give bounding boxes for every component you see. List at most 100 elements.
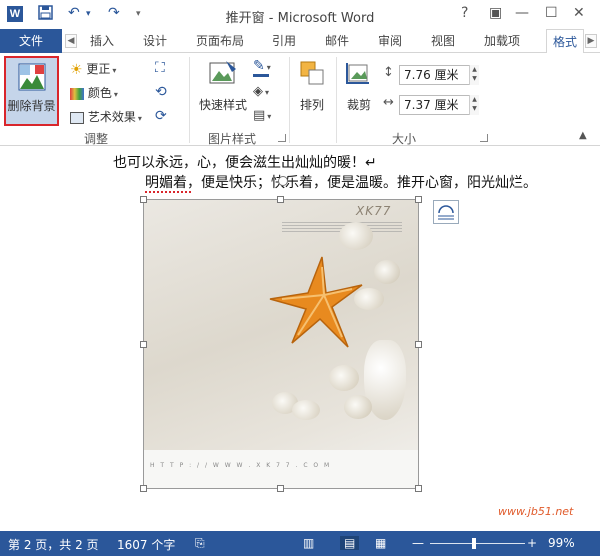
zoom-level[interactable]: 99% [548, 536, 575, 550]
status-bar: 第 2 页，共 2 页 1607 个字 ⎘ ▥ ▤ ▦ — + 99% www.… [0, 505, 600, 556]
word-count-status[interactable]: 1607 个字 [117, 536, 175, 553]
paragraph-line-1[interactable]: 也可以永远，心，便会滋生出灿灿的暖！↵ [113, 152, 377, 172]
collapse-ribbon-icon[interactable]: ▲ [579, 130, 587, 141]
shape-height-input[interactable]: 7.76 厘米 [399, 65, 479, 85]
reset-picture-icon[interactable]: ⟳ [155, 108, 167, 124]
paragraph-line-2[interactable]: 明媚着，便是快乐；快乐着，便是温暖。推开心窗，阳光灿烂。 [145, 172, 537, 192]
arrange-icon [300, 61, 324, 85]
artistic-effects-label: 艺术效果 [87, 110, 136, 124]
tab-format[interactable]: 格式 [546, 29, 585, 54]
resize-handle-bottom-right[interactable] [415, 485, 422, 492]
window-title: 推开窗 - Microsoft Word [225, 11, 375, 26]
print-layout-icon[interactable]: ▤ [340, 536, 360, 550]
crop-button[interactable]: 裁剪 [341, 59, 377, 113]
resize-handle-bottom[interactable] [277, 485, 284, 492]
zoom-in-button[interactable]: + [527, 536, 537, 550]
site-watermark: www.jb51.net [498, 505, 574, 518]
zoom-slider-thumb[interactable] [472, 538, 476, 549]
tab-addins[interactable]: 加载项 [484, 29, 520, 53]
resize-handle-bottom-left[interactable] [140, 485, 147, 492]
shell-image [292, 400, 320, 420]
zoom-out-button[interactable]: — [412, 536, 424, 550]
ribbon-tab-row: 文件 ◀ 插入 设计 页面布局 引用 邮件 审阅 视图 加载项 格式 ▶ [0, 29, 600, 54]
compress-pictures-icon[interactable]: ⛶ [155, 60, 165, 76]
remove-background-button[interactable]: 删除背景 [4, 56, 59, 126]
resize-handle-top-right[interactable] [415, 196, 422, 203]
resize-handle-top-left[interactable] [140, 196, 147, 203]
group-separator [189, 57, 190, 143]
quick-styles-button[interactable]: 快速样式 [198, 59, 248, 113]
tab-scroll-right-icon[interactable]: ▶ [585, 34, 597, 48]
shell-image [374, 260, 400, 284]
picture-effects-button[interactable]: ◈ ▾ [253, 84, 269, 99]
tab-mailings[interactable]: 邮件 [325, 29, 349, 53]
arrange-button[interactable]: 排列 [294, 59, 330, 113]
picture-layout-button[interactable]: ▤ ▾ [253, 108, 271, 123]
size-dialog-launcher-icon[interactable] [480, 134, 488, 142]
minimize-button[interactable]: — [515, 5, 529, 21]
remove-background-icon [18, 63, 45, 91]
picture-footer-band [144, 450, 418, 488]
layout-options-icon [438, 205, 454, 220]
shell-image [354, 288, 384, 310]
artistic-effects-icon [70, 111, 84, 124]
picture-border-button[interactable]: ✎ ▾ [253, 58, 271, 77]
arrange-label: 排列 [299, 98, 324, 112]
shape-height-icon: ↕ [383, 65, 394, 80]
ribbon: 删除背景 ☀ 更正 ▾ 颜色 ▾ 艺术效果 ▾ ⛶ ⟲ ⟳ 调整 快速样式 ✎ ▾ ◈ ▾… [0, 53, 600, 146]
group-separator [336, 57, 337, 143]
tab-file[interactable]: 文件 [0, 29, 62, 53]
selected-picture[interactable]: XK77 H T T P : / / W W W . X K 7 7 . C O… [143, 199, 419, 489]
maximize-button[interactable]: ☐ [545, 5, 558, 21]
picture-styles-dialog-launcher-icon[interactable] [278, 134, 286, 142]
quick-styles-icon [209, 61, 236, 84]
picture-footer-url: H T T P : / / W W W . X K 7 7 . C O M [150, 462, 332, 469]
help-button[interactable]: ? [461, 5, 468, 21]
tab-design[interactable]: 设计 [143, 29, 167, 53]
shell-image [339, 222, 373, 250]
group-separator [289, 57, 290, 143]
sun-icon: ☀ [70, 61, 83, 78]
tab-insert[interactable]: 插入 [90, 29, 114, 53]
color-button[interactable]: 颜色 ▾ [70, 84, 118, 101]
starfish-image [269, 256, 363, 348]
change-picture-icon[interactable]: ⟲ [155, 84, 167, 100]
artistic-effects-button[interactable]: 艺术效果 ▾ [70, 108, 142, 125]
shell-image [344, 395, 372, 419]
shape-width-input[interactable]: 7.37 厘米 [399, 95, 479, 115]
ribbon-display-options-button[interactable]: ▣ [489, 5, 502, 21]
web-layout-icon[interactable]: ▦ [375, 536, 386, 550]
tab-view[interactable]: 视图 [431, 29, 455, 53]
shell-image [329, 365, 359, 391]
layout-options-button[interactable] [433, 200, 459, 224]
remove-background-label: 删除背景 [7, 99, 56, 113]
crop-icon [346, 63, 369, 84]
quick-styles-label: 快速样式 [198, 98, 247, 112]
tab-scroll-left-icon[interactable]: ◀ [65, 34, 77, 48]
resize-handle-right[interactable] [415, 341, 422, 348]
tab-review[interactable]: 审阅 [378, 29, 402, 53]
pen-icon: ✎ [253, 58, 265, 74]
corrections-label: 更正 [86, 62, 111, 76]
height-spinner[interactable]: ▲ ▼ [469, 65, 479, 85]
size-group-label: 大小 [392, 132, 417, 146]
proofing-icon[interactable]: ⎘ [195, 536, 205, 551]
picture-layout-icon: ▤ [253, 108, 266, 123]
shape-width-icon: ↔ [383, 95, 394, 110]
rotate-handle[interactable] [278, 176, 288, 186]
width-spinner[interactable]: ▲ ▼ [469, 95, 479, 115]
spellcheck-underline [145, 191, 191, 193]
color-label: 颜色 [87, 86, 112, 100]
corrections-button[interactable]: ☀ 更正 ▾ [70, 60, 116, 78]
resize-handle-left[interactable] [140, 341, 147, 348]
title-bar: W ↶ ▾ ↷ ▾ 推开窗 - Microsoft Word ? ▣ — ☐ ✕ [0, 0, 600, 29]
tab-page-layout[interactable]: 页面布局 [196, 29, 244, 53]
close-button[interactable]: ✕ [573, 5, 585, 21]
tab-references[interactable]: 引用 [272, 29, 296, 53]
adjust-group-label: 调整 [84, 132, 109, 146]
read-mode-icon[interactable]: ▥ [303, 536, 314, 550]
resize-handle-top[interactable] [277, 196, 284, 203]
page-count-status[interactable]: 第 2 页，共 2 页 [8, 536, 99, 553]
zoom-slider-track[interactable] [430, 543, 525, 544]
picture-watermark: XK77 [356, 204, 392, 218]
